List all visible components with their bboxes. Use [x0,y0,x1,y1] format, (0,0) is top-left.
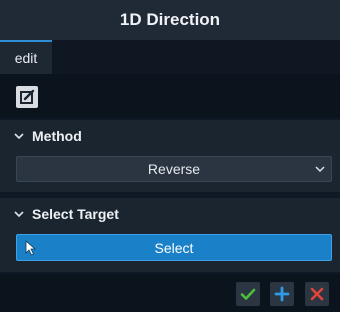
edit-square-icon [20,89,35,104]
method-section-title: Method [32,128,82,144]
plus-icon [274,286,290,302]
checkmark-icon [240,288,256,300]
method-section-header[interactable]: Method [14,128,82,144]
tab-bar: edit [0,40,340,74]
chevron-down-icon [14,211,24,218]
method-section: Method Reverse [0,120,340,192]
ok-button[interactable] [236,282,260,306]
select-button-label: Select [154,239,194,256]
cursor-arrow-icon [25,240,37,256]
cancel-button[interactable] [305,282,329,306]
close-icon [310,287,324,301]
footer-bar [0,274,340,312]
toolbar [0,74,340,118]
method-dropdown[interactable]: Reverse [16,156,332,182]
edit-button[interactable] [16,86,38,108]
select-button[interactable]: Select [16,234,332,261]
select-target-section-header[interactable]: Select Target [14,206,119,222]
chevron-down-icon [315,166,325,173]
method-dropdown-value: Reverse [147,161,201,177]
window-title: 1D Direction [0,0,340,40]
select-target-section: Select Target Select [0,198,340,272]
tab-edit[interactable]: edit [0,40,52,74]
select-target-section-title: Select Target [32,206,119,222]
add-button[interactable] [270,282,294,306]
chevron-down-icon [14,133,24,140]
